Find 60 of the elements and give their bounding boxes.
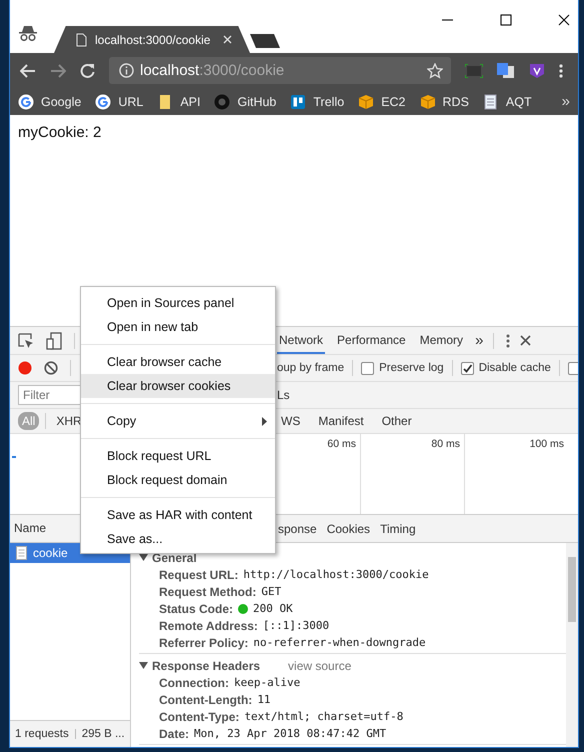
header-name: Remote Address:: [159, 618, 258, 632]
more-bookmarks-button[interactable]: »: [562, 93, 570, 110]
option-label: oup by frame: [277, 362, 344, 374]
bookmark[interactable]: AQT: [482, 94, 532, 110]
header-value: text/html; charset=utf-8: [244, 710, 404, 723]
tab-title: localhost:3000/cookie: [95, 32, 212, 46]
address-bar[interactable]: localhost:3000/cookie: [109, 57, 451, 84]
menu-item[interactable]: Block request URL: [81, 444, 275, 468]
menu-item[interactable]: Open in Sources panel: [81, 291, 275, 315]
bookmark[interactable]: GitHub: [214, 94, 276, 110]
header-value: Mon, 23 Apr 2018 08:47:42 GMT: [194, 727, 386, 740]
menu-item[interactable]: Block request domain: [81, 468, 275, 492]
header-name: Request URL:: [159, 568, 238, 582]
page-text: myCookie: 2: [18, 124, 102, 141]
browser-tab[interactable]: localhost:3000/cookie: [54, 26, 250, 53]
bookmark[interactable]: API: [157, 94, 200, 110]
detail-tab[interactable]: sponse: [278, 522, 317, 536]
option-label: Ls: [277, 388, 290, 402]
tick-label: 60 ms: [327, 438, 356, 451]
tick-label: 80 ms: [431, 438, 460, 451]
header-value: no-referrer-when-downgrade: [253, 636, 426, 649]
header-value: GET: [261, 585, 282, 598]
more-tabs-button[interactable]: »: [475, 332, 484, 349]
request-count: 1 requests: [15, 728, 69, 740]
header-name: Content-Type:: [159, 710, 240, 724]
header-value: keep-alive: [234, 676, 300, 689]
header-value: http://localhost:3000/cookie: [243, 568, 429, 581]
header-name: Request Method:: [159, 584, 256, 598]
panel-tab[interactable]: Memory: [418, 327, 466, 354]
type-filter-button[interactable]: WS: [277, 412, 304, 430]
header-name: Status Code:: [159, 602, 234, 616]
option-label[interactable]: Preserve log: [379, 362, 444, 374]
panel-tab[interactable]: Performance: [335, 327, 408, 354]
bookmark[interactable]: Trello: [290, 94, 344, 110]
bookmark[interactable]: RDS: [420, 94, 469, 110]
header-name: Content-Length:: [159, 692, 252, 706]
type-filter-button[interactable]: Manifest: [314, 412, 368, 430]
bookmark[interactable]: Google: [18, 94, 82, 110]
menu-item[interactable]: Clear browser cookies: [81, 374, 275, 398]
bookmark[interactable]: URL: [95, 94, 144, 110]
header-name: Referrer Policy:: [159, 636, 248, 650]
detail-tab[interactable]: Cookies: [326, 522, 370, 536]
section-title[interactable]: General: [152, 550, 197, 564]
section-title[interactable]: Response Headers: [152, 658, 260, 672]
detail-tab[interactable]: Timing: [380, 522, 416, 536]
header-name: Connection:: [159, 676, 229, 690]
type-filter-button[interactable]: Other: [378, 412, 416, 430]
menu-item[interactable]: Open in new tab: [81, 315, 275, 339]
tick-label: 100 ms: [530, 438, 564, 451]
url-text: localhost:3000/cookie: [140, 62, 286, 79]
header-value: [::1]:3000: [262, 619, 330, 632]
menu-item[interactable]: Clear browser cache: [81, 350, 275, 374]
header-name: Date:: [159, 726, 190, 740]
header-value: 11: [257, 693, 271, 706]
transfer-size: 295 B ...: [82, 728, 125, 740]
option-label[interactable]: Disable cache: [478, 362, 551, 374]
view-source-link[interactable]: view source: [288, 658, 352, 672]
header-value: 200 OK: [253, 602, 293, 615]
bookmark[interactable]: EC2: [358, 94, 406, 110]
menu-item[interactable]: Copy: [81, 409, 275, 433]
